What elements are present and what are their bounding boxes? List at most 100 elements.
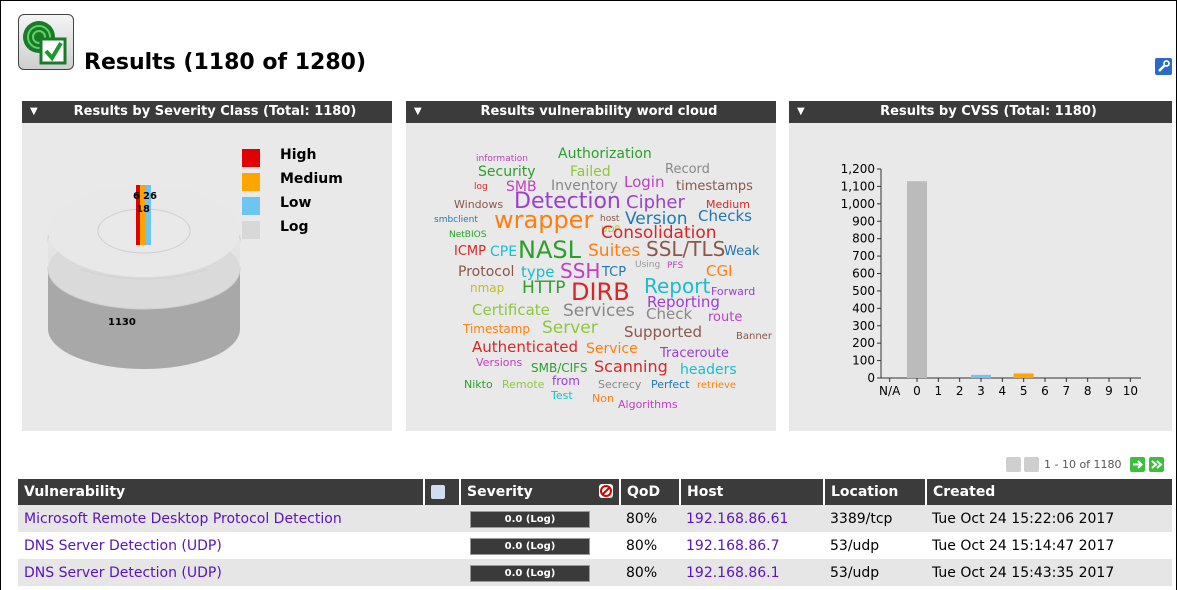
word-cloud-term[interactable]: Checks <box>698 209 752 224</box>
cvss-panel: ▼ Results by CVSS (Total: 1180) 0 100 200 3… <box>789 101 1172 431</box>
severity-filter-icon[interactable] <box>599 484 613 498</box>
y-tick-label: 600 <box>852 267 875 281</box>
previous-page-icon[interactable] <box>1024 457 1039 472</box>
host-link[interactable]: 192.168.86.7 <box>680 532 824 559</box>
first-page-icon[interactable] <box>1006 457 1021 472</box>
word-cloud-term[interactable]: nmap <box>470 282 504 294</box>
word-cloud-term[interactable]: Record <box>665 163 710 176</box>
word-cloud-term[interactable]: Service <box>586 342 638 356</box>
word-cloud-term[interactable]: headers <box>680 363 737 377</box>
word-cloud-term[interactable]: Versions <box>476 357 522 368</box>
column-header-location[interactable]: Location <box>824 479 927 505</box>
vulnerability-link[interactable]: DNS Server Detection (UDP) <box>18 559 424 586</box>
table-header-row: Vulnerability Severity QoD Host Location… <box>18 479 1172 505</box>
severity-class-panel: ▼ Results by Severity Class (Total: 1180… <box>22 101 392 431</box>
word-cloud-term[interactable]: Test <box>551 390 573 401</box>
panel-title: Results by CVSS (Total: 1180) <box>880 104 1097 119</box>
cvss-bar-chart: 01002003004005006007008009001,0001,1001,… <box>841 162 1141 398</box>
pagination-range: 1 - 10 of 1180 <box>1044 458 1122 471</box>
legend-label: Medium <box>280 171 343 187</box>
results-radar-icon <box>18 14 74 70</box>
x-tick-label: 1 <box>935 384 943 398</box>
word-cloud-term[interactable]: Banner <box>736 332 772 342</box>
word-cloud-term[interactable]: Certificate <box>472 303 550 318</box>
word-cloud-term[interactable]: PFS <box>667 262 683 271</box>
word-cloud-term[interactable]: Scanning <box>594 359 668 375</box>
word-cloud-panel: ▼ Results vulnerability word cloud infor… <box>406 101 776 431</box>
x-tick-label: 5 <box>1020 384 1028 398</box>
word-cloud-term[interactable]: Check <box>646 307 692 322</box>
vulnerability-link[interactable]: Microsoft Remote Desktop Protocol Detect… <box>18 505 424 532</box>
word-cloud-term[interactable]: Remote <box>502 379 544 390</box>
last-page-icon[interactable] <box>1149 457 1164 472</box>
y-tick-label: 1,200 <box>841 162 875 176</box>
next-page-icon[interactable] <box>1130 457 1145 472</box>
host-link[interactable]: 192.168.86.1 <box>680 559 824 586</box>
column-header-created[interactable]: Created <box>926 479 1172 505</box>
panel-header[interactable]: ▼ Results by CVSS (Total: 1180) <box>789 101 1172 123</box>
created-cell: Tue Oct 24 15:43:35 2017 <box>926 559 1172 586</box>
word-cloud-term[interactable]: Nikto <box>464 379 493 390</box>
y-tick-label: 200 <box>852 336 875 350</box>
column-header-qod[interactable]: QoD <box>620 479 681 505</box>
location-cell: 53/udp <box>824 532 926 559</box>
slice-label-low: 18 <box>136 204 150 215</box>
cvss-bar <box>971 374 991 378</box>
y-tick-label: 100 <box>852 354 875 368</box>
word-cloud-term[interactable]: Non <box>592 393 614 404</box>
host-link[interactable]: 192.168.86.61 <box>680 505 824 532</box>
word-cloud-term[interactable]: Weak <box>724 245 760 258</box>
word-cloud-term[interactable]: NetBIOS <box>449 231 486 240</box>
x-tick-label: 10 <box>1123 384 1138 398</box>
column-header-vulnerability[interactable]: Vulnerability <box>18 479 425 505</box>
word-cloud-term[interactable]: Failed <box>570 165 611 179</box>
x-tick-label: 8 <box>1084 384 1092 398</box>
legend-label: Low <box>280 195 312 211</box>
word-cloud-term[interactable]: Timestamp <box>463 323 530 335</box>
column-header-severity[interactable]: Severity <box>460 479 621 505</box>
word-cloud-term[interactable]: Secrecy <box>598 379 641 390</box>
word-cloud-term[interactable]: Authenticated <box>472 340 578 355</box>
word-cloud-term[interactable]: Supported <box>624 325 702 340</box>
word-cloud-term[interactable]: from <box>552 375 580 387</box>
word-cloud-term[interactable]: retrieve <box>697 381 736 391</box>
word-cloud-term[interactable]: smbclient <box>434 216 478 225</box>
word-cloud-term[interactable]: CPE <box>490 245 517 259</box>
wrench-icon[interactable] <box>1155 58 1172 75</box>
qod-cell: 80% <box>620 505 680 532</box>
vulnerability-link[interactable]: DNS Server Detection (UDP) <box>18 532 424 559</box>
y-tick-label: 900 <box>852 214 875 228</box>
solution-type-cell <box>424 532 460 559</box>
column-header-host[interactable]: Host <box>680 479 825 505</box>
x-tick-label: 4 <box>999 384 1007 398</box>
word-cloud-term[interactable]: Traceroute <box>660 347 729 360</box>
solution-type-cell <box>424 559 460 586</box>
y-tick-label: 1,100 <box>841 179 875 193</box>
word-cloud-term[interactable]: wrapper <box>494 208 593 232</box>
panel-header[interactable]: ▼ Results by Severity Class (Total: 1180… <box>22 101 392 123</box>
word-cloud-term[interactable]: Using <box>635 261 660 270</box>
word-cloud-term[interactable]: Authorization <box>558 147 652 161</box>
panel-header[interactable]: ▼ Results vulnerability word cloud <box>406 101 776 123</box>
word-cloud-term[interactable]: SSL/TLS <box>646 239 725 259</box>
word-cloud-term[interactable]: Algorithms <box>618 399 678 410</box>
word-cloud-term[interactable]: log <box>474 183 488 192</box>
word-cloud-term[interactable]: Security <box>478 165 536 179</box>
x-tick-label: 0 <box>913 384 921 398</box>
word-cloud-term[interactable]: Login <box>624 175 664 190</box>
word-cloud-term[interactable]: HTTP <box>522 280 566 297</box>
word-cloud-term[interactable]: Suites <box>588 243 640 260</box>
word-cloud-term[interactable]: ICMP <box>454 245 486 258</box>
word-cloud-term[interactable]: Protocol <box>458 265 514 279</box>
legend-label: High <box>280 147 317 163</box>
severity-bar: 0.0 (Log) <box>470 537 590 555</box>
page-title: Results (1180 of 1280) <box>84 50 367 75</box>
word-cloud-term[interactable]: SMB/CIFS <box>531 362 587 374</box>
x-tick-label: 7 <box>1063 384 1071 398</box>
legend-label: Log <box>280 219 309 235</box>
word-cloud-term[interactable]: Server <box>542 320 598 337</box>
word-cloud-term[interactable]: route <box>708 311 742 324</box>
word-cloud-term[interactable]: information <box>476 155 528 164</box>
word-cloud-term[interactable]: timestamps <box>676 180 753 193</box>
word-cloud-term[interactable]: Perfect <box>651 379 690 390</box>
